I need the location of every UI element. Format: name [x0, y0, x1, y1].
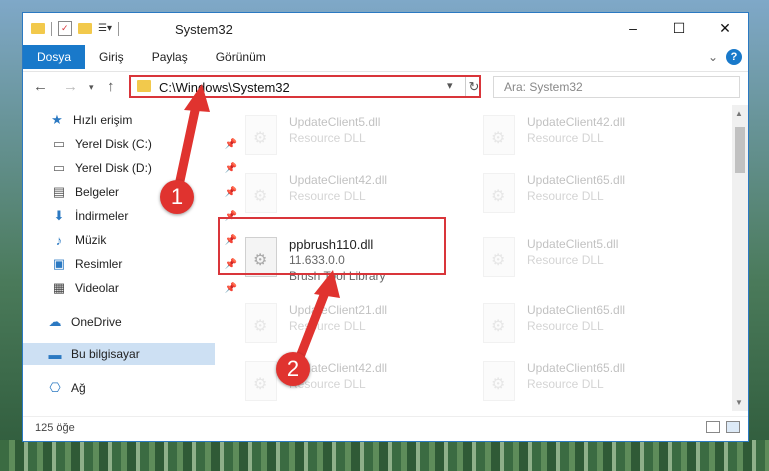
arrow-1-shaft [173, 101, 201, 195]
annotation-arrows [173, 84, 340, 367]
arrow-1-head [184, 84, 210, 112]
step-badge-1: 1 [160, 180, 194, 214]
arrow-2-shaft [293, 285, 331, 367]
step-badge-2: 2 [276, 352, 310, 386]
arrow-2-head [314, 270, 340, 298]
